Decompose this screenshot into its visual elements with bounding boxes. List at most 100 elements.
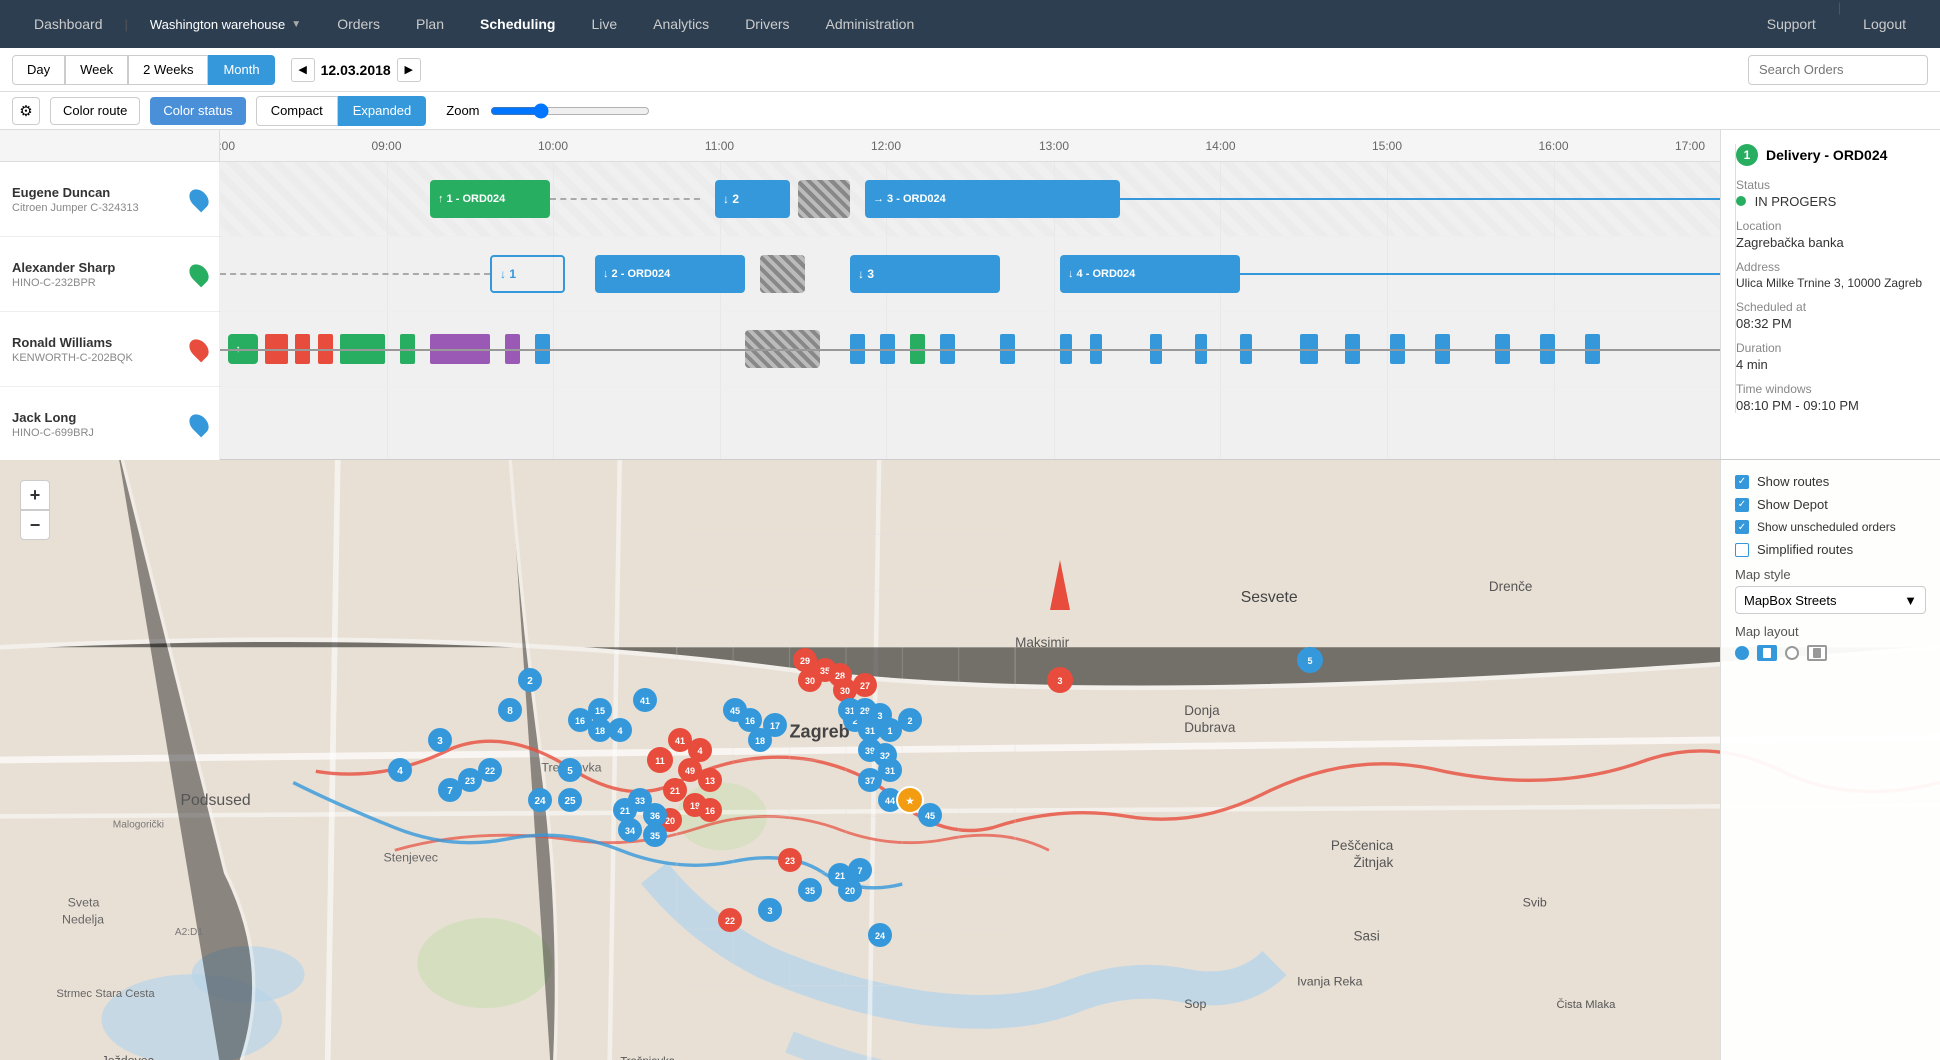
gantt-block-e1[interactable]: ↑ 1 - ORD024 — [430, 180, 550, 218]
nav-dashboard[interactable]: Dashboard — [16, 0, 121, 48]
search-orders-input[interactable] — [1748, 55, 1928, 85]
driver-name-2: Ronald Williams — [12, 335, 183, 350]
nav-scheduling[interactable]: Scheduling — [462, 0, 573, 48]
driver-info-0: Eugene Duncan Citroen Jumper C-324313 — [0, 162, 220, 236]
nav-drivers[interactable]: Drivers — [727, 0, 807, 48]
tick-5: 13:00 — [1039, 139, 1069, 153]
settings-gear-btn[interactable]: ⚙ — [12, 97, 40, 125]
layout-icon-filled[interactable] — [1757, 645, 1777, 661]
gantt-block-a1[interactable]: ↓ 1 — [490, 255, 565, 293]
gantt-block-e2[interactable]: ↓ 2 — [715, 180, 790, 218]
date-next-btn[interactable]: ▶ — [397, 58, 421, 82]
info-address-value: Ulica Milke Trnine 3, 10000 Zagreb — [1736, 276, 1940, 290]
gantt-section: 08:00 09:00 10:00 11:00 12:00 13:00 14:0… — [220, 130, 1720, 459]
btn-day[interactable]: Day — [12, 55, 65, 85]
legend-show-routes[interactable]: ✓ Show routes — [1735, 474, 1926, 489]
svg-text:Strmec Stara Cesta: Strmec Stara Cesta — [56, 988, 155, 1000]
gantt-block-e3[interactable]: → 3 - ORD024 — [865, 180, 1120, 218]
zoom-slider[interactable] — [490, 103, 650, 119]
gantt-row-0: ↑ 1 - ORD024 ↓ 2 → 3 - ORD024 — [220, 162, 1720, 237]
show-routes-label: Show routes — [1757, 474, 1829, 489]
info-location-value: Zagrebačka banka — [1736, 235, 1940, 250]
nav-live[interactable]: Live — [573, 0, 635, 48]
color-status-btn[interactable]: Color status — [150, 97, 245, 125]
color-route-btn[interactable]: Color route — [50, 97, 140, 125]
zoom-in-btn[interactable]: + — [20, 480, 50, 510]
nav-logout[interactable]: Logout — [1845, 0, 1924, 48]
map-zoom-controls: + − — [20, 480, 50, 540]
nav-orders[interactable]: Orders — [319, 0, 398, 48]
status-indicator — [1736, 196, 1746, 206]
driver-pin-2 — [186, 336, 213, 363]
info-timewindows-value: 08:10 PM - 09:10 PM — [1736, 398, 1940, 413]
tick-8: 16:00 — [1538, 139, 1568, 153]
btn-week[interactable]: Week — [65, 55, 128, 85]
gantt-block-a-hatch[interactable] — [760, 255, 805, 293]
svg-text:Ježdovec: Ježdovec — [102, 1054, 154, 1060]
svg-text:Podsused: Podsused — [180, 792, 250, 809]
show-depot-checkbox[interactable]: ✓ — [1735, 498, 1749, 512]
btn-expanded[interactable]: Expanded — [338, 96, 427, 126]
driver-info-3: Jack Long HINO-C-699BRJ — [0, 387, 220, 461]
vline — [1554, 387, 1555, 459]
driver-pin-1 — [186, 261, 213, 288]
nav-sep2: | — [1838, 0, 1841, 48]
driver-info-2: Ronald Williams KENWORTH-C-202BQK — [0, 312, 220, 386]
btn-compact[interactable]: Compact — [256, 96, 338, 126]
info-address-label: Address — [1736, 260, 1940, 274]
driver-pin-0 — [186, 186, 213, 213]
svg-text:Dubrava: Dubrava — [1184, 720, 1236, 735]
map-layout-label: Map layout — [1735, 624, 1926, 639]
map-container[interactable]: Podsused Sveta Nedelja Stenjevec Trešnje… — [0, 460, 1940, 1060]
date-prev-btn[interactable]: ◀ — [291, 58, 315, 82]
nav-analytics[interactable]: Analytics — [635, 0, 727, 48]
info-status-label: Status — [1736, 178, 1940, 192]
toolbar-row2: ⚙ Color route Color status Compact Expan… — [0, 92, 1940, 130]
svg-text:Sveta: Sveta — [68, 896, 100, 910]
map-style-select[interactable]: MapBox Streets ▼ — [1735, 586, 1926, 614]
driver-vehicle-1: HINO-C-232BPR — [12, 277, 183, 289]
nav-administration[interactable]: Administration — [808, 0, 933, 48]
legend-show-depot[interactable]: ✓ Show Depot — [1735, 497, 1926, 512]
driver-row-2: Ronald Williams KENWORTH-C-202BQK — [0, 312, 219, 387]
gantt-row-3 — [220, 387, 1720, 459]
gantt-block-a3[interactable]: ↓ 3 — [850, 255, 1000, 293]
show-routes-checkbox[interactable]: ✓ — [1735, 475, 1749, 489]
driver-info-1: Alexander Sharp HINO-C-232BPR — [0, 237, 220, 311]
map-style-label: Map style — [1735, 567, 1926, 582]
tick-7: 15:00 — [1372, 139, 1402, 153]
btn-two-weeks[interactable]: 2 Weeks — [128, 55, 208, 85]
order-name: Delivery - ORD024 — [1766, 147, 1887, 163]
tick-1: 09:00 — [371, 139, 401, 153]
view-mode-selector: Compact Expanded — [256, 96, 427, 126]
driver-row-0: Eugene Duncan Citroen Jumper C-324313 — [0, 162, 219, 237]
gantt-block-a4[interactable]: ↓ 4 - ORD024 — [1060, 255, 1240, 293]
simplified-routes-label: Simplified routes — [1757, 542, 1853, 557]
svg-text:Malogorički: Malogorički — [113, 820, 164, 831]
svg-text:Nedelja: Nedelja — [62, 913, 104, 927]
info-duration-value: 4 min — [1736, 357, 1940, 372]
zoom-out-btn[interactable]: − — [20, 510, 50, 540]
vline — [720, 387, 721, 459]
gantt-block-e-hatch[interactable] — [798, 180, 851, 218]
radio-layout-2[interactable] — [1785, 646, 1799, 660]
legend-show-unscheduled[interactable]: ✓ Show unscheduled orders — [1735, 520, 1926, 534]
gantt-row-1: ↓ 1 ↓ 2 - ORD024 ↓ 3 ↓ 4 - ORD024 — [220, 237, 1720, 312]
layout-icon-empty[interactable] — [1807, 645, 1827, 661]
info-location-section: Location Zagrebačka banka — [1736, 219, 1940, 250]
order-badge: 1 — [1736, 144, 1758, 166]
info-status-section: Status IN PROGERS — [1736, 178, 1940, 209]
vline — [1220, 387, 1221, 459]
btn-month[interactable]: Month — [208, 55, 274, 85]
legend-simplified-routes[interactable]: Simplified routes — [1735, 542, 1926, 557]
nav-warehouse[interactable]: Washington warehouse ▼ — [132, 17, 319, 32]
nav-plan[interactable]: Plan — [398, 0, 462, 48]
nav-support[interactable]: Support — [1749, 0, 1834, 48]
gantt-block-a2[interactable]: ↓ 2 - ORD024 — [595, 255, 745, 293]
show-unscheduled-checkbox[interactable]: ✓ — [1735, 520, 1749, 534]
radio-layout-1[interactable] — [1735, 646, 1749, 660]
svg-text:Ivanja Reka: Ivanja Reka — [1297, 975, 1363, 989]
simplified-routes-checkbox[interactable] — [1735, 543, 1749, 557]
gantt-connector-a0 — [220, 273, 490, 275]
info-duration-section: Duration 4 min — [1736, 341, 1940, 372]
